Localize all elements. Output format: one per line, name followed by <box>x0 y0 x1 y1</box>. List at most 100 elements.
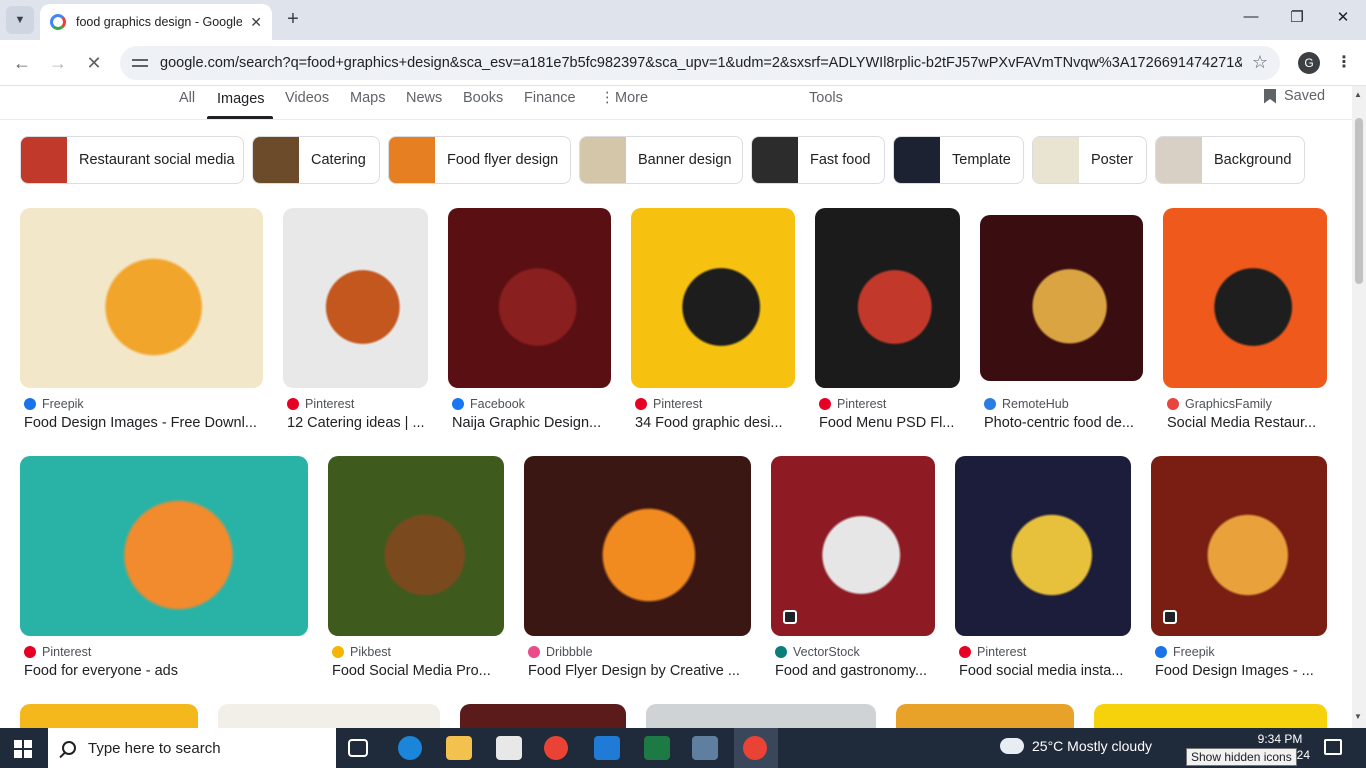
result-image[interactable] <box>524 456 751 636</box>
chip-banner-design[interactable]: Banner design <box>579 136 743 184</box>
result-title[interactable]: Food Social Media Pro... <box>332 663 504 679</box>
result-image[interactable] <box>20 456 308 636</box>
chip-food-flyer-design[interactable]: Food flyer design <box>388 136 571 184</box>
result-source[interactable]: Pikbest <box>332 645 391 659</box>
result-title[interactable]: Food Flyer Design by Creative ... <box>528 663 750 679</box>
mail-icon[interactable] <box>594 736 620 760</box>
tab-maps[interactable]: Maps <box>350 90 385 106</box>
tab-news[interactable]: News <box>406 90 442 106</box>
result-source[interactable]: Pinterest <box>959 645 1026 659</box>
result-source[interactable]: GraphicsFamily <box>1167 397 1272 411</box>
back-arrow-icon[interactable]: ← <box>10 51 34 75</box>
result-source[interactable]: Freepik <box>24 397 84 411</box>
chip-label: Restaurant social media <box>79 152 235 168</box>
result-title[interactable]: 34 Food graphic desi... <box>635 415 795 431</box>
tab-books[interactable]: Books <box>463 90 503 106</box>
more-dots-icon[interactable]: ⋮ <box>600 90 615 106</box>
chip-template[interactable]: Template <box>893 136 1024 184</box>
page-scrollbar[interactable]: ▲ ▼ <box>1352 86 1366 728</box>
result-image-partial[interactable] <box>1094 704 1327 728</box>
more-menu-icon[interactable]: ⋮ <box>1336 52 1352 72</box>
result-image[interactable] <box>1163 208 1327 388</box>
close-icon[interactable]: ✕ <box>250 14 262 31</box>
address-bar[interactable]: google.com/search?q=food+graphics+design… <box>120 46 1280 80</box>
result-image[interactable] <box>980 215 1143 381</box>
chip-background[interactable]: Background <box>1155 136 1305 184</box>
scrollbar-thumb[interactable] <box>1355 118 1363 284</box>
profile-avatar[interactable]: G <box>1298 52 1320 74</box>
chip-restaurant-social-media[interactable]: Restaurant social media <box>20 136 244 184</box>
tools-button[interactable]: Tools <box>809 90 843 106</box>
chip-catering[interactable]: Catering <box>252 136 380 184</box>
forward-arrow-icon[interactable]: → <box>46 51 70 75</box>
chip-thumbnail <box>1156 137 1202 183</box>
result-title[interactable]: Food Menu PSD Fl... <box>819 415 964 431</box>
chrome-active-icon[interactable] <box>743 736 767 760</box>
result-image[interactable] <box>448 208 611 388</box>
result-title[interactable]: Naija Graphic Design... <box>452 415 612 431</box>
browser-tab[interactable]: food graphics design - Google Search ✕ <box>40 4 272 40</box>
new-tab-button[interactable]: + <box>282 8 304 30</box>
tab-images[interactable]: Images <box>217 91 265 107</box>
chip-poster[interactable]: Poster <box>1032 136 1147 184</box>
result-title[interactable]: 12 Catering ideas | ... <box>287 415 432 431</box>
result-image[interactable] <box>283 208 428 388</box>
result-title[interactable]: Food Design Images - ... <box>1155 663 1327 679</box>
notifications-icon[interactable] <box>1324 739 1342 755</box>
weather-widget[interactable]: 25°C Mostly cloudy <box>1000 734 1152 754</box>
tab-more[interactable]: More <box>615 90 648 106</box>
chip-fast-food[interactable]: Fast food <box>751 136 885 184</box>
result-title[interactable]: Food for everyone - ads <box>24 663 308 679</box>
chip-thumbnail <box>580 137 626 183</box>
close-window-icon[interactable]: ✕ <box>1332 8 1354 30</box>
minimize-icon[interactable]: — <box>1240 8 1262 30</box>
result-title[interactable]: Food and gastronomy... <box>775 663 935 679</box>
result-image[interactable] <box>771 456 935 636</box>
scroll-down-icon[interactable]: ▼ <box>1354 712 1362 721</box>
result-source[interactable]: Pinterest <box>819 397 886 411</box>
windows-start-icon[interactable] <box>14 740 32 758</box>
site-info-icon[interactable] <box>132 56 148 70</box>
result-source[interactable]: Facebook <box>452 397 525 411</box>
result-image[interactable] <box>20 208 263 388</box>
scroll-up-icon[interactable]: ▲ <box>1354 90 1362 99</box>
result-source[interactable]: Pinterest <box>24 645 91 659</box>
stop-loading-icon[interactable]: ✕ <box>82 51 106 75</box>
tab-videos[interactable]: Videos <box>285 90 329 106</box>
result-source[interactable]: Pinterest <box>287 397 354 411</box>
result-image[interactable] <box>631 208 795 388</box>
result-title[interactable]: Food social media insta... <box>959 663 1131 679</box>
result-title[interactable]: Photo-centric food de... <box>984 415 1144 431</box>
edge-icon[interactable] <box>398 736 422 760</box>
result-source[interactable]: RemoteHub <box>984 397 1069 411</box>
result-image-partial[interactable] <box>896 704 1074 728</box>
result-image-partial[interactable] <box>218 704 440 728</box>
tab-all[interactable]: All <box>179 90 195 106</box>
result-image-partial[interactable] <box>20 704 198 728</box>
app-icon[interactable] <box>692 736 718 760</box>
result-source[interactable]: Dribbble <box>528 645 593 659</box>
result-title[interactable]: Social Media Restaur... <box>1167 415 1327 431</box>
tab-finance[interactable]: Finance <box>524 90 576 106</box>
result-image-partial[interactable] <box>460 704 626 728</box>
result-source[interactable]: Pinterest <box>635 397 702 411</box>
result-image[interactable] <box>1151 456 1327 636</box>
task-view-icon[interactable] <box>348 739 368 757</box>
saved-button[interactable]: Saved <box>1264 88 1325 104</box>
excel-icon[interactable] <box>644 736 670 760</box>
result-image[interactable] <box>815 208 960 388</box>
result-image-partial[interactable] <box>646 704 876 728</box>
microsoft-store-icon[interactable] <box>496 736 522 760</box>
result-source[interactable]: VectorStock <box>775 645 860 659</box>
result-title[interactable]: Food Design Images - Free Downl... <box>24 415 264 431</box>
restore-icon[interactable]: ❐ <box>1286 8 1308 30</box>
bookmark-star-icon[interactable]: ☆ <box>1252 52 1268 73</box>
chrome-icon[interactable] <box>544 736 568 760</box>
result-image[interactable] <box>328 456 504 636</box>
file-explorer-icon[interactable] <box>446 736 472 760</box>
taskbar-search-box[interactable]: Type here to search <box>48 728 336 768</box>
result-source[interactable]: Freepik <box>1155 645 1215 659</box>
result-image[interactable] <box>955 456 1131 636</box>
tab-search-button[interactable]: ▼ <box>6 6 34 34</box>
url-text[interactable]: google.com/search?q=food+graphics+design… <box>160 55 1242 71</box>
